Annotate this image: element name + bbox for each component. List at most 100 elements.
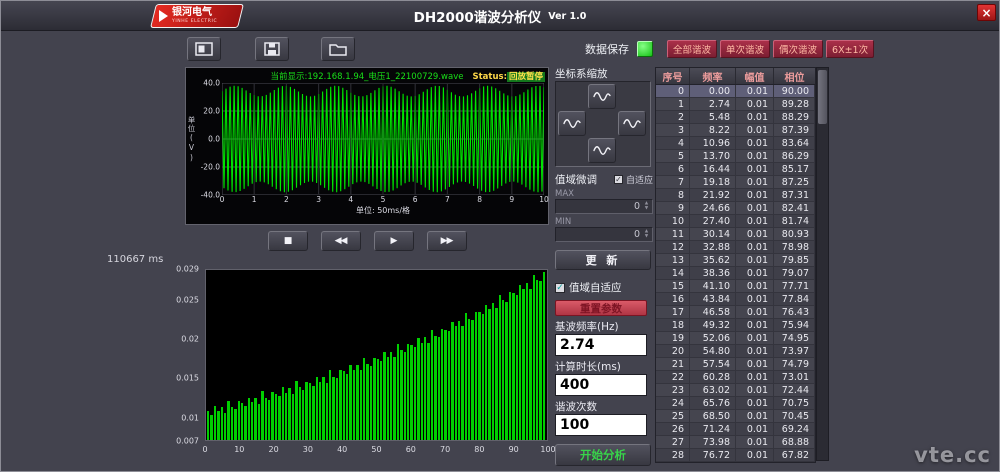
rewind-icon: ◀◀ xyxy=(335,236,347,246)
table-row[interactable]: 2363.020.0172.44 xyxy=(656,384,815,397)
table-cell: 77.71 xyxy=(774,280,815,292)
harmonic-bar xyxy=(210,415,212,441)
save-icon xyxy=(264,42,280,56)
axis-zoom-pad xyxy=(555,81,651,167)
open-file-button[interactable] xyxy=(321,37,355,61)
table-row[interactable]: 1438.360.0179.07 xyxy=(656,267,815,280)
spinner-icon[interactable]: ▲▼ xyxy=(642,228,651,241)
max-input[interactable]: 0 ▲▼ xyxy=(555,199,653,214)
table-row[interactable]: 2054.800.0173.97 xyxy=(656,345,815,358)
harmonic-bar xyxy=(271,392,273,440)
duration-input[interactable]: 400 xyxy=(555,374,647,396)
status-label: Status: xyxy=(472,72,507,82)
max-label: MAX xyxy=(555,189,653,199)
axis-tick-label: 7 xyxy=(445,195,450,204)
rewind-button[interactable]: ◀◀ xyxy=(321,231,361,251)
table-row[interactable]: 1541.100.0177.71 xyxy=(656,280,815,293)
table-row[interactable]: 2465.760.0170.75 xyxy=(656,397,815,410)
zoom-time-compress-button[interactable] xyxy=(558,111,586,136)
app-title: DH2000谐波分析仪 xyxy=(414,6,542,26)
table-cell: 3 xyxy=(656,124,690,136)
transport-controls: ■ ◀◀ ▶ ▶▶ xyxy=(185,231,549,251)
table-row[interactable]: 1952.060.0174.95 xyxy=(656,332,815,345)
table-row[interactable]: 1130.140.0180.93 xyxy=(656,228,815,241)
table-cell: 74.95 xyxy=(774,332,815,344)
table-row[interactable]: 2876.720.0167.82 xyxy=(656,449,815,462)
table-row[interactable]: 2260.280.0173.01 xyxy=(656,371,815,384)
table-cell: 6 xyxy=(656,163,690,175)
table-row[interactable]: 2568.500.0170.45 xyxy=(656,410,815,423)
table-row[interactable]: 12.740.0189.28 xyxy=(656,98,815,111)
control-panel: 坐标系缩放 值域微调 ✓ 自适应 MAX 0 ▲▼ xyxy=(555,67,653,467)
zoom-amplitude-expand-button[interactable] xyxy=(588,84,616,109)
zoom-amplitude-compress-button[interactable] xyxy=(588,138,616,163)
axis-tick-label: 10 xyxy=(539,195,549,204)
harmonic-bar xyxy=(332,377,334,440)
harmonic-bar xyxy=(238,401,240,440)
close-button[interactable]: × xyxy=(977,4,996,21)
brand-name-en: YINHE ELECTRIC xyxy=(172,20,217,25)
app-window: 银河电气 YINHE ELECTRIC DH2000谐波分析仪 Ver 1.0 … xyxy=(0,0,1000,472)
fast-forward-icon: ▶▶ xyxy=(441,236,453,246)
scrollbar-thumb[interactable] xyxy=(818,70,827,124)
spinner-icon[interactable]: ▲▼ xyxy=(642,200,651,213)
axis-tick-label: -20.0 xyxy=(201,163,220,172)
table-scrollbar[interactable] xyxy=(816,67,829,461)
harmonic-order-label: 谐波次数 xyxy=(555,401,653,414)
autoscale-checkbox[interactable]: ✓ 值域自适应 xyxy=(555,280,653,295)
harmonic-order-input[interactable]: 100 xyxy=(555,414,647,436)
table-row[interactable]: 1232.880.0178.98 xyxy=(656,241,815,254)
table-row[interactable]: 2773.980.0168.88 xyxy=(656,436,815,449)
play-icon: ▶ xyxy=(391,236,397,246)
table-cell: 0.01 xyxy=(736,202,774,214)
table-row[interactable]: 1643.840.0177.84 xyxy=(656,293,815,306)
table-row[interactable]: 410.960.0183.64 xyxy=(656,137,815,150)
zoom-time-expand-button[interactable] xyxy=(618,111,646,136)
filter-odd-harmonics-button[interactable]: 单次谐波 xyxy=(720,40,770,58)
table-row[interactable]: 1335.620.0179.85 xyxy=(656,254,815,267)
axis-tick-label: 60 xyxy=(406,445,416,454)
filter-6x1-harmonics-button[interactable]: 6X±1次 xyxy=(826,40,874,58)
table-row[interactable]: 2671.240.0169.24 xyxy=(656,423,815,436)
save-file-button[interactable] xyxy=(255,37,289,61)
data-save-indicator[interactable] xyxy=(637,41,653,57)
table-row[interactable]: 00.000.0190.00 xyxy=(656,85,815,98)
min-input[interactable]: 0 ▲▼ xyxy=(555,227,653,242)
fast-forward-button[interactable]: ▶▶ xyxy=(427,231,467,251)
table-cell: 85.17 xyxy=(774,163,815,175)
fundamental-freq-value: 2.74 xyxy=(560,337,595,353)
table-row[interactable]: 924.660.0182.41 xyxy=(656,202,815,215)
table-row[interactable]: 616.440.0185.17 xyxy=(656,163,815,176)
filter-even-harmonics-button[interactable]: 偶次谐波 xyxy=(773,40,823,58)
table-row[interactable]: 1849.320.0175.94 xyxy=(656,319,815,332)
stop-button[interactable]: ■ xyxy=(268,231,308,251)
table-cell: 5 xyxy=(656,150,690,162)
table-row[interactable]: 1746.580.0176.43 xyxy=(656,306,815,319)
play-button[interactable]: ▶ xyxy=(374,231,414,251)
adaptive-checkbox[interactable]: ✓ 自适应 xyxy=(614,173,653,186)
table-row[interactable]: 719.180.0187.25 xyxy=(656,176,815,189)
table-cell: 13.70 xyxy=(690,150,736,162)
table-cell: 70.45 xyxy=(774,410,815,422)
harmonic-bar xyxy=(251,402,253,440)
update-button[interactable]: 更 新 xyxy=(555,250,651,270)
harmonic-bar xyxy=(217,411,219,440)
table-row[interactable]: 25.480.0188.29 xyxy=(656,111,815,124)
harmonic-bar xyxy=(407,344,409,440)
table-row[interactable]: 513.700.0186.29 xyxy=(656,150,815,163)
harmonic-bar xyxy=(349,365,351,440)
table-cell: 0.01 xyxy=(736,449,774,461)
table-row[interactable]: 38.220.0187.39 xyxy=(656,124,815,137)
table-cell: 0.01 xyxy=(736,215,774,227)
table-row[interactable]: 2157.540.0174.79 xyxy=(656,358,815,371)
filter-all-harmonics-button[interactable]: 全部谐波 xyxy=(667,40,717,58)
scope-view-button[interactable] xyxy=(187,37,221,61)
reset-params-button[interactable]: 重置参数 xyxy=(555,300,647,316)
axis-tick-label: 70 xyxy=(440,445,450,454)
table-row[interactable]: 821.920.0187.31 xyxy=(656,189,815,202)
table-cell: 32.88 xyxy=(690,241,736,253)
fundamental-freq-input[interactable]: 2.74 xyxy=(555,334,647,356)
min-label: MIN xyxy=(555,217,653,227)
table-row[interactable]: 1027.400.0181.74 xyxy=(656,215,815,228)
start-analysis-button[interactable]: 开始分析 xyxy=(555,444,651,466)
